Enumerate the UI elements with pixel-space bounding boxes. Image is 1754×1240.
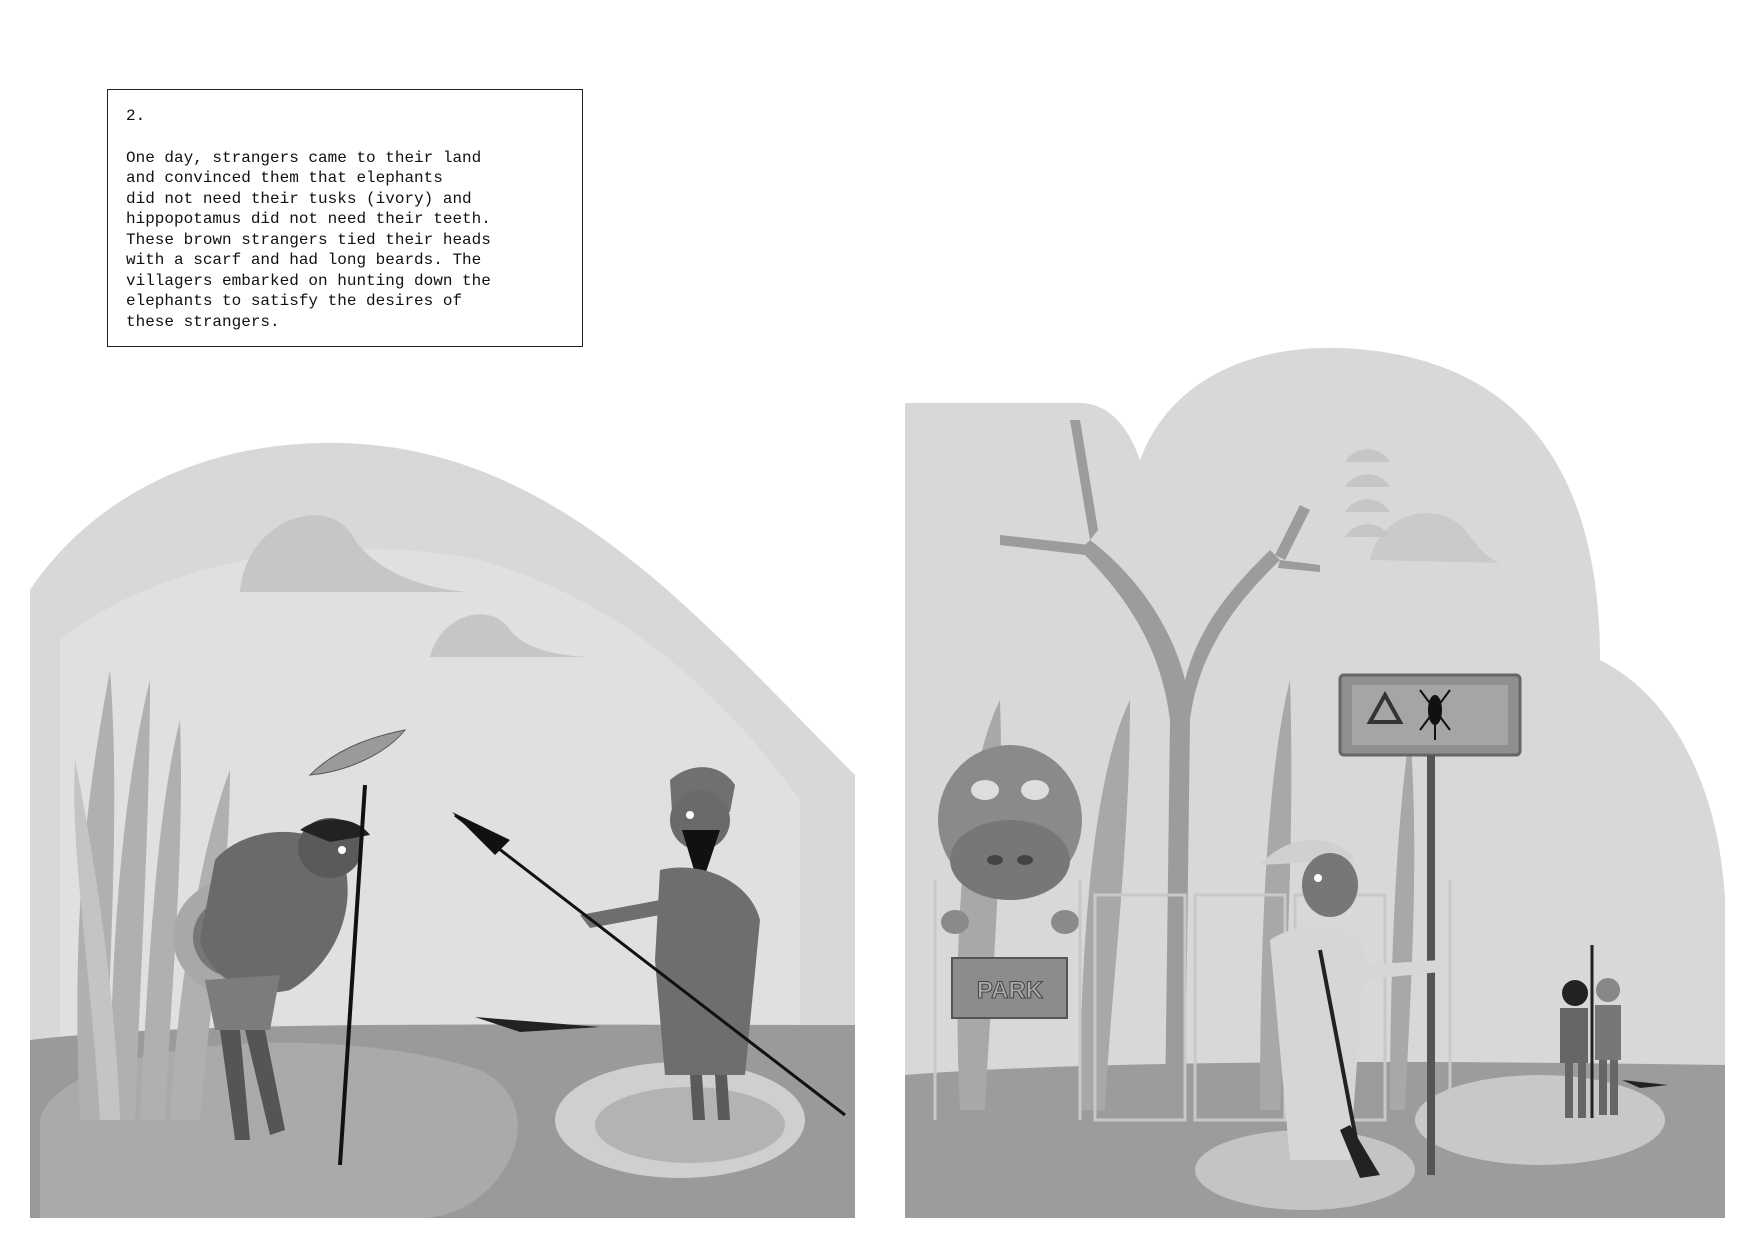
- right-illustration: PARK: [905, 347, 1725, 1219]
- ground-patch: [1415, 1075, 1665, 1165]
- park-sign-label: PARK: [977, 977, 1044, 1004]
